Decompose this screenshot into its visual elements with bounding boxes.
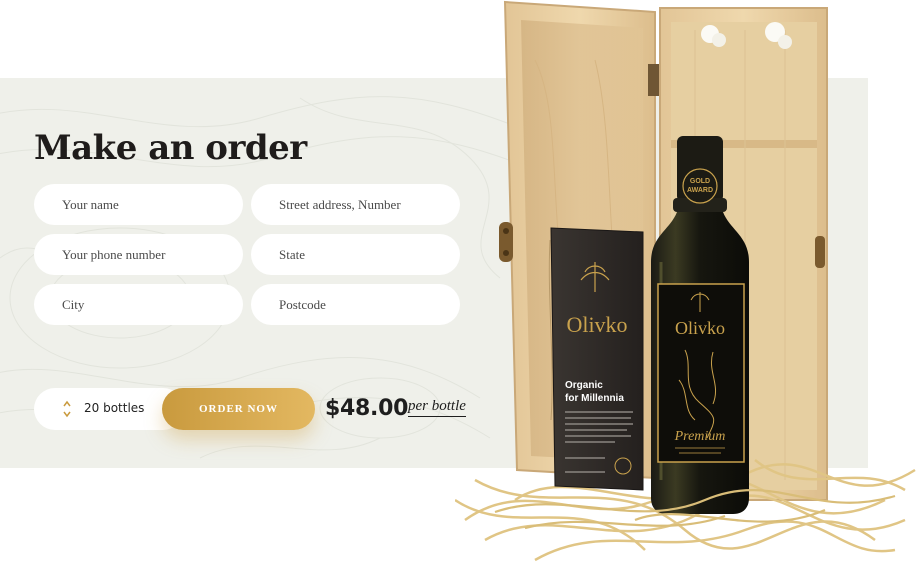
- city-field[interactable]: [34, 284, 243, 325]
- up-down-arrows-icon[interactable]: [62, 400, 72, 418]
- label-brand: Olivko: [675, 318, 725, 338]
- badge-line-2: AWARD: [687, 187, 713, 194]
- street-address-field[interactable]: [251, 184, 460, 225]
- badge-line-1: GOLD: [690, 178, 710, 185]
- label-premium: Premium: [674, 429, 726, 444]
- brochure-card: Olivko Organic for Millennia: [548, 227, 644, 491]
- card-heading-1: Organic: [565, 380, 603, 391]
- postcode-field[interactable]: [251, 284, 460, 325]
- card-heading-2: for Millennia: [565, 393, 624, 404]
- name-field[interactable]: [34, 184, 243, 225]
- quantity-label: 20 bottles: [84, 401, 145, 415]
- order-now-button[interactable]: ORDER NOW: [162, 388, 315, 430]
- price: $48.00: [325, 396, 409, 421]
- card-brand: Olivko: [566, 312, 627, 337]
- page-title: Make an order: [34, 128, 307, 168]
- product-image: Olivko Organic for Millennia GOLD AWARD: [455, 0, 916, 562]
- state-field[interactable]: [251, 234, 460, 275]
- phone-field[interactable]: [34, 234, 243, 275]
